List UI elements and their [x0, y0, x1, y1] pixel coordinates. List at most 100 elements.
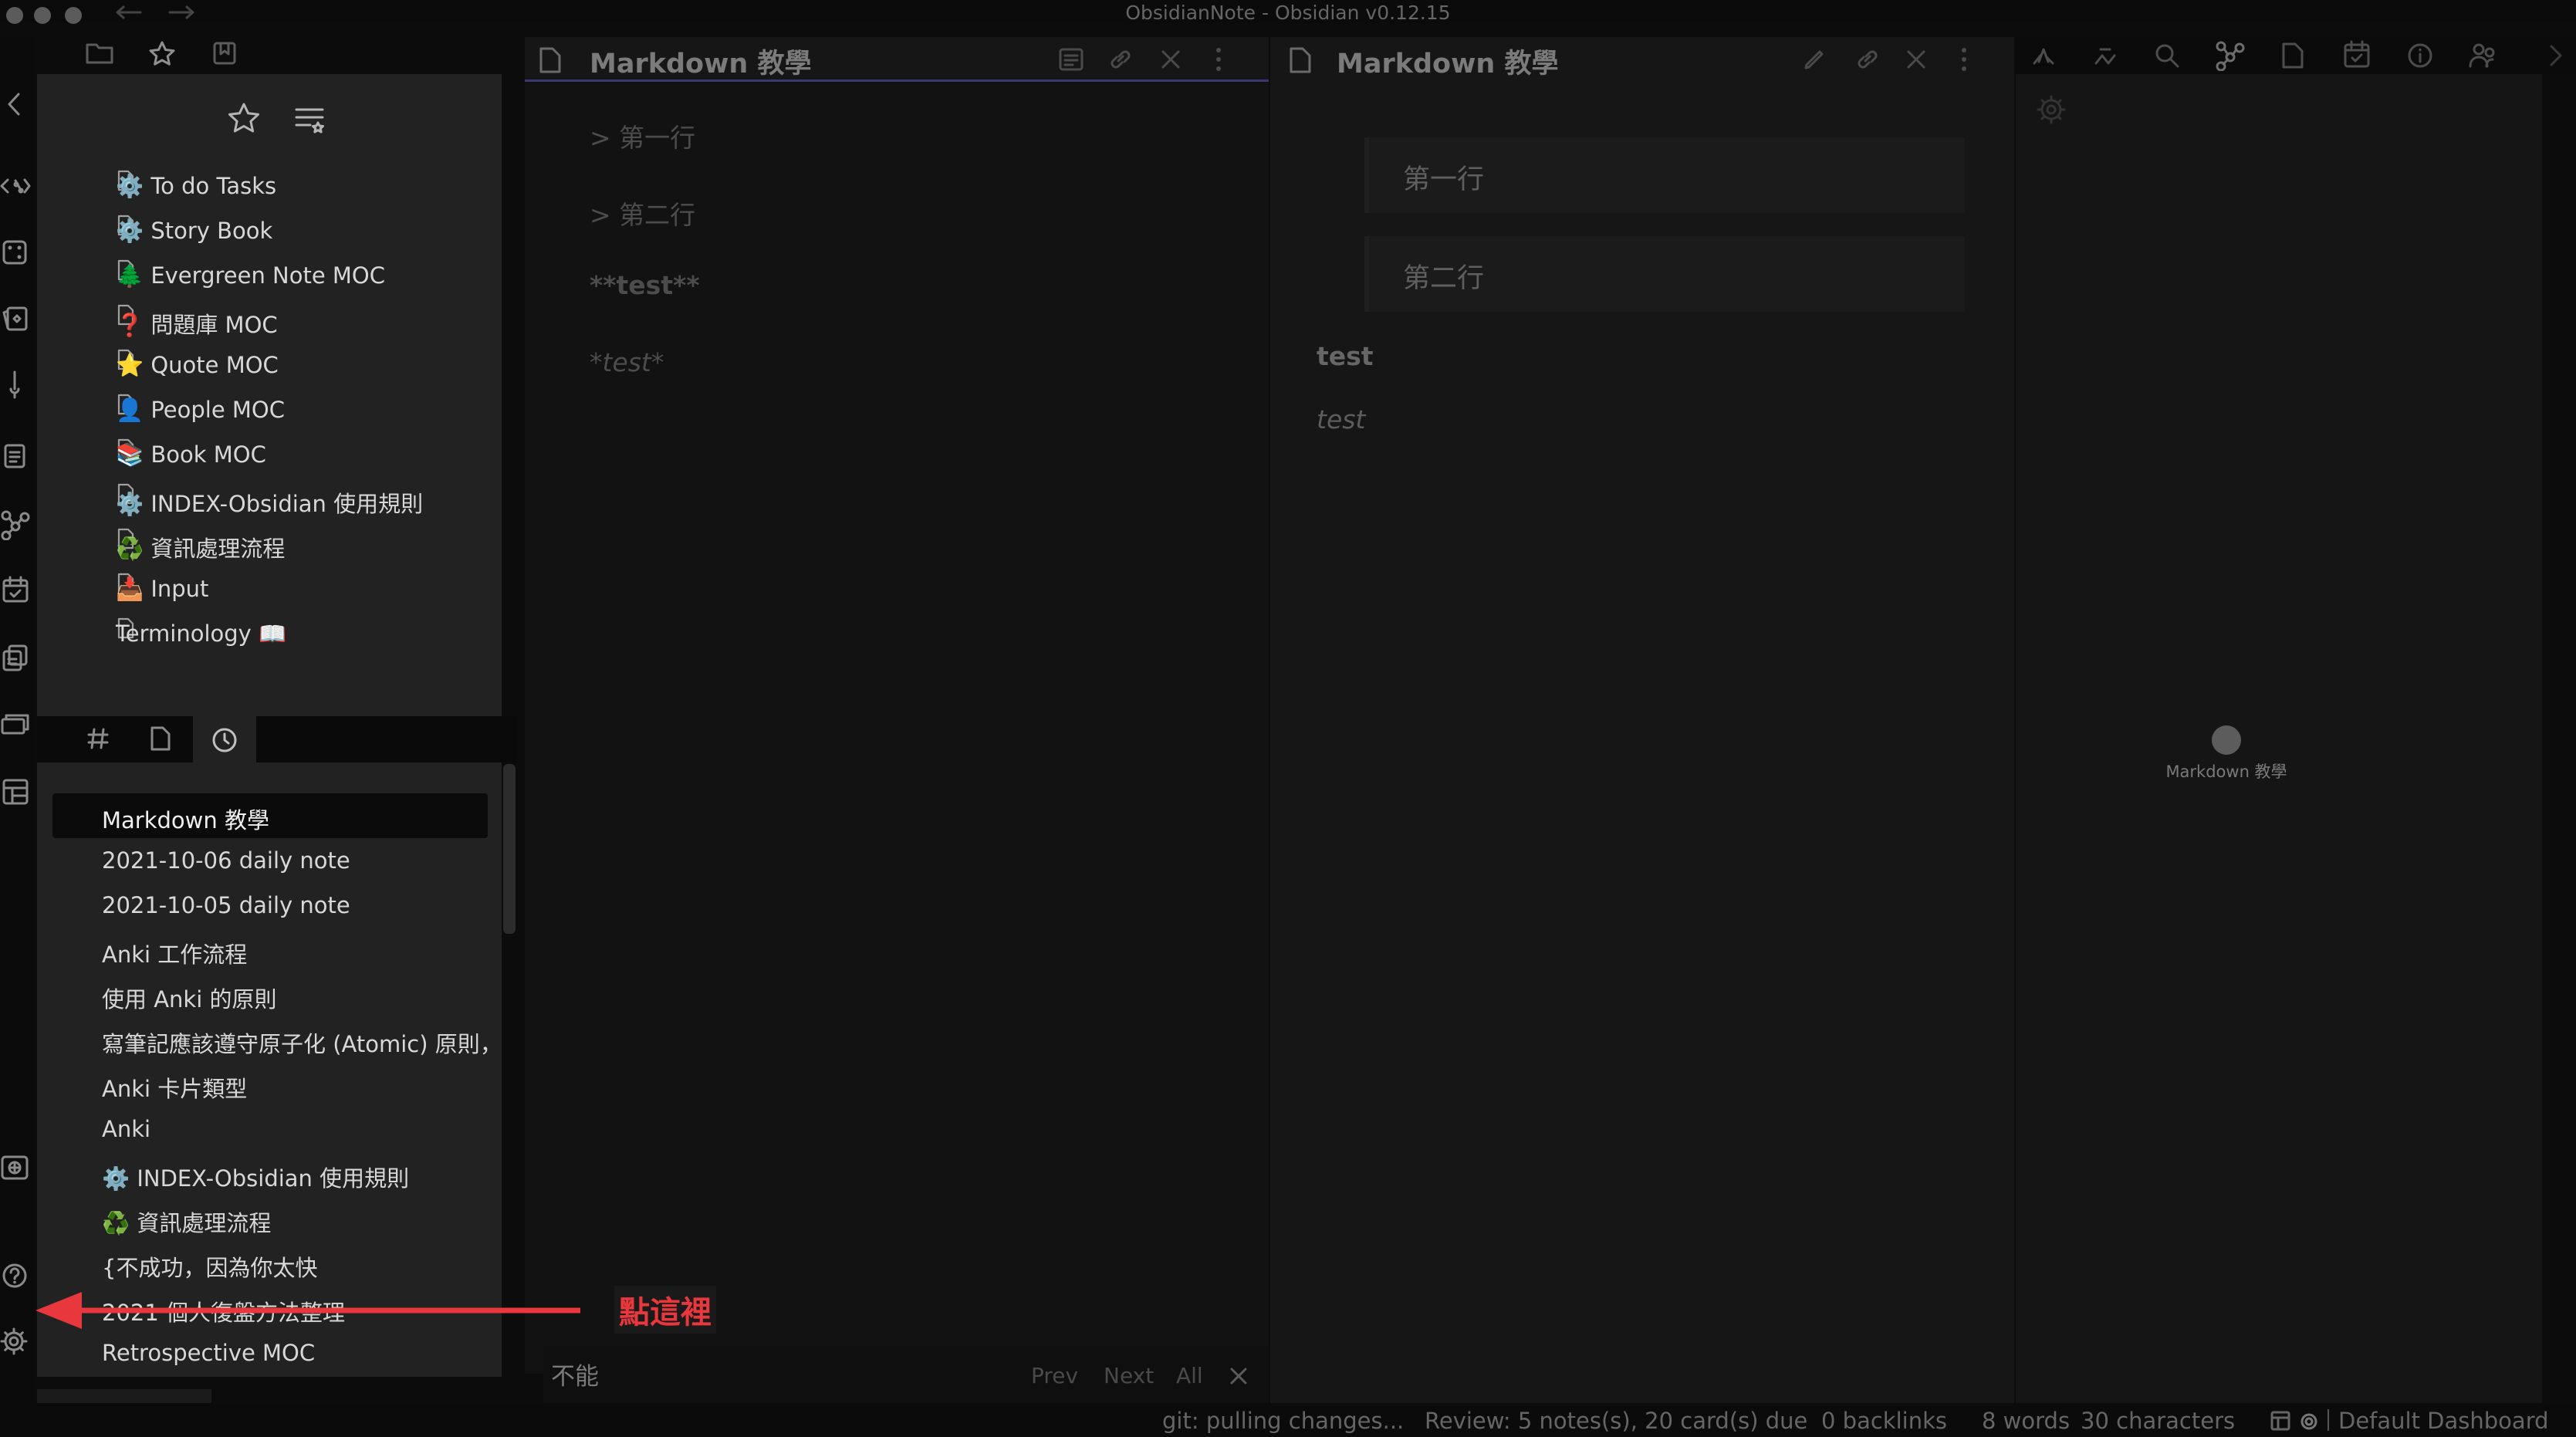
local-graph-view[interactable]: Markdown 教學 [2016, 74, 2542, 1411]
starred-item[interactable]: 🌲 Evergreen Note MOC [116, 262, 385, 293]
flashcards-icon[interactable] [2, 306, 29, 332]
search-input[interactable] [543, 1352, 991, 1395]
window-title: ObsidianNote - Obsidian v0.12.15 [1125, 2, 1451, 24]
clock-icon [212, 728, 237, 752]
recent-item[interactable]: ⚙️ INDEX-Obsidian 使用規則 [102, 1161, 409, 1193]
recent-item[interactable]: 使用 Anki 的原則 [102, 982, 277, 1014]
search-icon[interactable] [2153, 42, 2181, 69]
editor-title: Markdown 教學 [590, 49, 812, 79]
calendar-icon[interactable] [2, 576, 29, 604]
blockquote-text: 第二行 [1403, 263, 1485, 294]
dashboard-icon[interactable] [2, 778, 29, 806]
source-line[interactable]: > 第一行 [590, 117, 695, 154]
recent-item[interactable]: Anki 工作流程 [102, 937, 247, 969]
editor-pane: Markdown 教學 > 第一行 > 第二行 **test** *test* … [525, 37, 1269, 1411]
left-ribbon [0, 37, 35, 1411]
graph-node[interactable] [2212, 725, 2241, 755]
dice-icon[interactable] [2, 239, 28, 265]
recent-item[interactable]: 2021-10-06 daily note [102, 847, 350, 874]
recent-item[interactable]: 寫筆記應該遵守原子化 (Atomic) 原則，一 [102, 1026, 502, 1059]
review-status[interactable]: Review: 5 notes(s), 20 card(s) due [1425, 1408, 1807, 1434]
slides-icon[interactable] [0, 710, 31, 736]
source-line[interactable]: *test* [590, 347, 664, 377]
recent-item[interactable]: Anki 卡片類型 [102, 1071, 247, 1104]
starred-item[interactable]: 👤 People MOC [116, 397, 285, 428]
starred-tab-icon[interactable] [148, 40, 176, 66]
search-bar: Prev Next All [543, 1346, 1269, 1411]
recent-files-tab[interactable] [193, 716, 256, 762]
starred-item[interactable]: ❓ 問題庫 MOC [116, 307, 278, 338]
recent-item-active[interactable]: Markdown 教學 [102, 803, 269, 835]
outline-doc-icon[interactable] [2, 443, 28, 469]
starred-item[interactable]: ⭐ Quote MOC [116, 352, 279, 383]
recent-item[interactable]: ♻️ 資訊處理流程 [102, 1205, 271, 1238]
recent-item[interactable]: 2021-10-05 daily note [102, 892, 350, 918]
dashboard-name[interactable]: Default Dashboard [2338, 1408, 2549, 1434]
more-options-icon[interactable] [1959, 45, 1969, 74]
recent-item[interactable]: Retrospective MOC [102, 1340, 315, 1366]
recent-item[interactable]: Anki [102, 1116, 150, 1142]
starred-item[interactable]: ⚙️ INDEX-Obsidian 使用規則 [116, 486, 423, 517]
file-icon [1290, 47, 1311, 73]
edit-pencil-icon[interactable] [1801, 46, 1827, 73]
all-button[interactable]: All [1176, 1363, 1203, 1388]
tag-pane-icon[interactable] [86, 727, 110, 750]
copy-doc-icon[interactable] [2, 644, 29, 671]
source-line[interactable]: **test** [590, 270, 700, 300]
starred-list: ⚙️ To do Tasks ⚙️ Story Book 🌲 Evergreen… [37, 74, 502, 716]
annotation-arrow-icon [35, 1292, 580, 1329]
file-icon [539, 47, 561, 73]
backlinks-count[interactable]: 0 backlinks [1821, 1408, 1947, 1434]
settings-gear-icon[interactable] [0, 1327, 28, 1355]
help-icon[interactable] [2, 1263, 28, 1289]
pin-tool-icon[interactable] [5, 369, 25, 400]
link-icon[interactable] [1107, 46, 1134, 73]
bookmarks-tab-icon[interactable] [211, 40, 238, 66]
git-status[interactable]: git: pulling changes... [1162, 1408, 1404, 1434]
preview-title: Markdown 教學 [1337, 49, 1559, 79]
blockquote: 第一行 [1364, 137, 1965, 213]
graph-view-icon[interactable] [0, 509, 31, 540]
local-graph-icon[interactable] [2215, 40, 2246, 71]
right-sidebar-tabs [2016, 37, 2576, 74]
collapse-right-sidebar-icon[interactable] [2548, 43, 2564, 68]
source-line[interactable]: > 第二行 [590, 194, 695, 232]
graph-settings-gear-icon[interactable] [2036, 94, 2067, 125]
status-divider [2328, 1409, 2329, 1431]
close-pane-icon[interactable] [1905, 48, 1928, 71]
next-button[interactable]: Next [1104, 1363, 1154, 1388]
calendar-icon[interactable] [2343, 40, 2371, 69]
dashboard-icon[interactable] [2270, 1411, 2290, 1431]
file-explorer-tab-icon[interactable] [85, 40, 114, 65]
status-bar: git: pulling changes... Review: 5 notes(… [0, 1403, 2576, 1437]
starred-item[interactable]: 📥 Input [116, 576, 208, 607]
close-search-icon[interactable] [1229, 1366, 1249, 1386]
starred-item[interactable]: 📚 Book MOC [116, 441, 266, 472]
templater-icon[interactable] [0, 174, 31, 198]
vault-switcher-icon[interactable] [0, 1155, 29, 1181]
italic-text: test [1317, 404, 1366, 434]
file-info-icon[interactable] [2281, 42, 2304, 69]
sidebar-bottom-tabs [37, 716, 517, 762]
close-pane-icon[interactable] [1159, 48, 1182, 71]
collapse-sidebar-icon[interactable] [5, 91, 23, 117]
prev-button[interactable]: Prev [1031, 1363, 1078, 1388]
sidebar-resize-tab[interactable] [37, 1389, 211, 1403]
more-options-icon[interactable] [1213, 45, 1224, 74]
recent-item[interactable]: {不成功，因為你太快 [102, 1250, 317, 1283]
backlinks-icon[interactable] [2028, 40, 2059, 71]
starred-item[interactable]: ⚙️ To do Tasks [116, 173, 276, 204]
starred-item[interactable]: Terminology 📖 [116, 620, 286, 651]
starred-item[interactable]: ⚙️ Story Book [116, 218, 272, 249]
outgoing-links-icon[interactable] [2090, 40, 2121, 71]
reading-view-icon[interactable] [1057, 46, 1085, 73]
recent-scrollbar[interactable] [503, 764, 516, 934]
people-icon[interactable] [2468, 40, 2499, 71]
editor-header: Markdown 教學 [525, 37, 1269, 82]
settings-gear-icon[interactable] [2298, 1411, 2320, 1432]
blockquote: 第二行 [1364, 236, 1965, 312]
file-tab-icon[interactable] [150, 725, 171, 752]
info-icon[interactable] [2406, 42, 2434, 69]
starred-item[interactable]: ♻️ 資訊處理流程 [116, 531, 285, 562]
link-icon[interactable] [1854, 46, 1881, 73]
